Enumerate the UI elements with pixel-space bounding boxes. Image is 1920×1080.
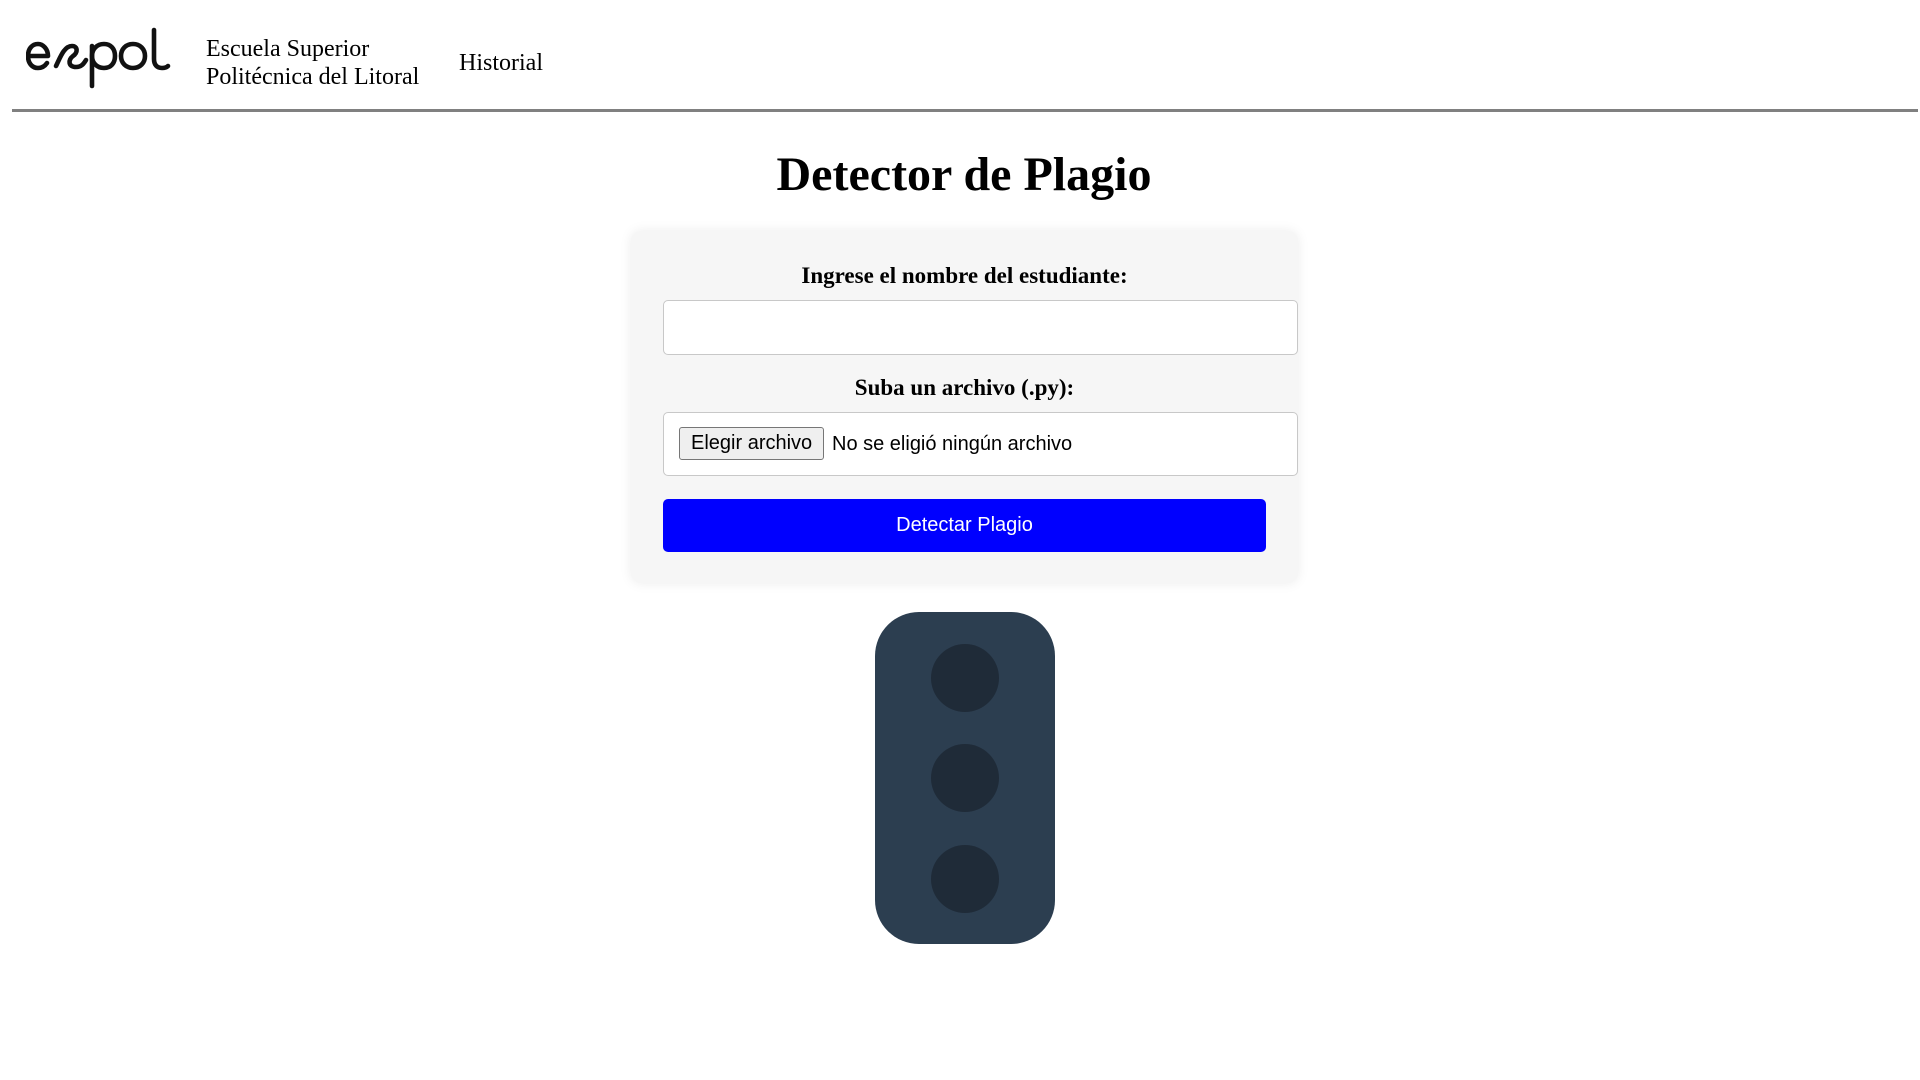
traffic-light-top-lamp bbox=[931, 644, 999, 712]
traffic-light-bottom-lamp bbox=[931, 845, 999, 913]
espol-logo: espol bbox=[26, 27, 171, 89]
file-upload-field[interactable]: Elegir archivo No se eligió ningún archi… bbox=[663, 412, 1298, 476]
page-title: Detector de Plagio bbox=[776, 148, 1152, 201]
traffic-light bbox=[875, 612, 1055, 944]
detect-plagiarism-button[interactable]: Detectar Plagio bbox=[663, 499, 1266, 552]
plagiarism-form-card: Ingrese el nombre del estudiante: Suba u… bbox=[631, 231, 1298, 583]
traffic-light-middle-lamp bbox=[931, 744, 999, 812]
file-status-text: No se eligió ningún archivo bbox=[832, 433, 1073, 455]
institution-name-line1: Escuela Superior bbox=[206, 36, 370, 62]
institution-name-line2: Politécnica del Litoral bbox=[206, 64, 420, 90]
choose-file-button[interactable]: Elegir archivo bbox=[679, 427, 825, 460]
student-name-input[interactable] bbox=[663, 300, 1298, 355]
student-name-label: Ingrese el nombre del estudiante: bbox=[801, 263, 1128, 288]
file-upload-label: Suba un archivo (.py): bbox=[854, 375, 1075, 400]
institution-name: Escuela Superior Politécnica del Litoral bbox=[206, 35, 419, 91]
header: espol Escuela Superior Politécnica del L… bbox=[12, 0, 1918, 112]
nav-link-historial[interactable]: Historial bbox=[459, 49, 543, 77]
